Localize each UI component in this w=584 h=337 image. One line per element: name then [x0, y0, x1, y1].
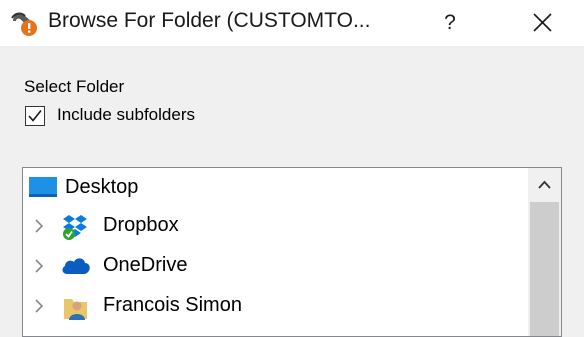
- tree-item-onedrive[interactable]: OneDrive: [23, 246, 529, 286]
- tree-item-label: Francois Simon: [103, 294, 242, 316]
- close-icon: [533, 13, 552, 32]
- tree-item-desktop[interactable]: Desktop: [23, 168, 529, 208]
- tree-item-label: Desktop: [65, 176, 139, 198]
- tree-item-dropbox[interactable]: Dropbox: [23, 206, 529, 246]
- desktop-icon: [29, 177, 57, 203]
- select-folder-label: Select Folder: [24, 77, 125, 96]
- scroll-thumb[interactable]: [530, 202, 559, 336]
- checkmark-icon: [28, 110, 42, 122]
- tree-item-label: OneDrive: [103, 254, 188, 276]
- title-bar: Browse For Folder (CUSTOMTO... ?: [0, 0, 584, 46]
- window-title: Browse For Folder (CUSTOMTO...: [48, 9, 371, 32]
- folder-tree[interactable]: Desktop Dropbox OneDrive Francois Simon: [22, 167, 562, 337]
- onedrive-icon: [61, 256, 90, 282]
- user-folder-icon: [63, 293, 91, 320]
- chevron-right-icon[interactable]: [34, 299, 44, 313]
- chevron-right-icon[interactable]: [34, 219, 44, 233]
- chevron-right-icon[interactable]: [34, 259, 44, 273]
- include-subfolders-label: Include subfolders: [57, 105, 195, 124]
- vertical-scrollbar[interactable]: [528, 168, 561, 336]
- chevron-up-icon: [538, 180, 551, 189]
- tree-item-francois-simon[interactable]: Francois Simon: [23, 286, 529, 326]
- close-button[interactable]: [520, 6, 564, 40]
- help-button[interactable]: ?: [432, 6, 468, 40]
- tree-item-label: Dropbox: [103, 214, 179, 236]
- app-wrench-icon: [9, 9, 41, 37]
- scroll-up-button[interactable]: [528, 168, 561, 201]
- dropbox-icon: [61, 213, 89, 240]
- checkbox-box[interactable]: [25, 106, 45, 126]
